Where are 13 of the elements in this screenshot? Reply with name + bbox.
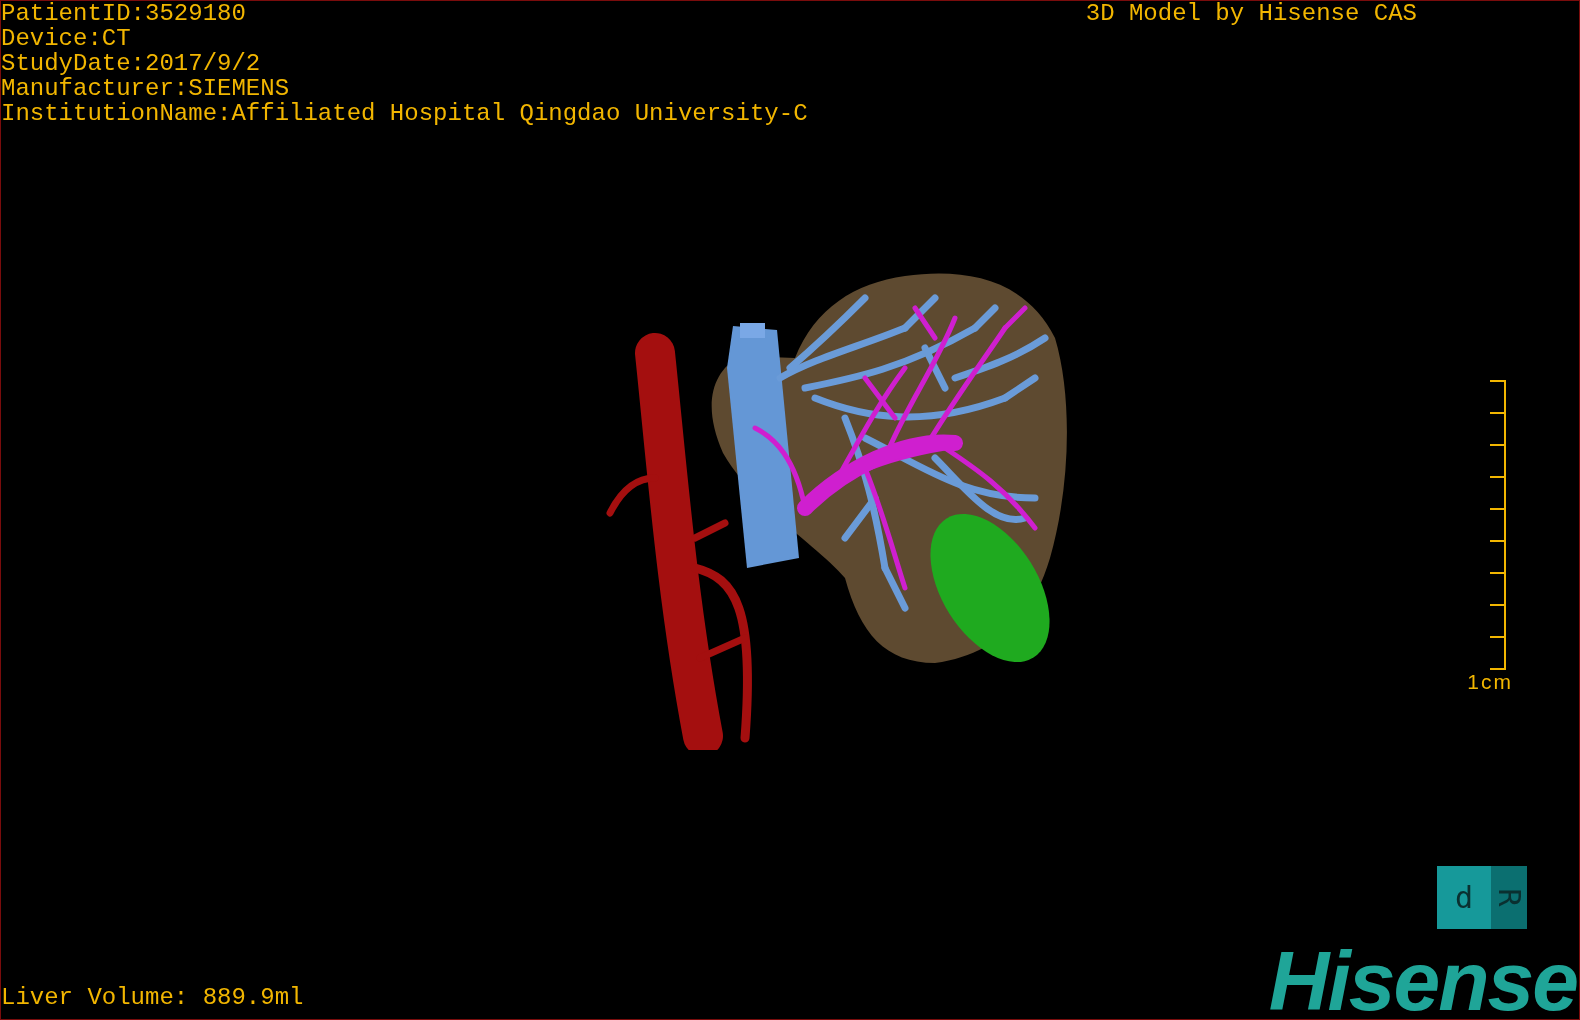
orientation-cube[interactable]: d R [1437,866,1527,929]
cube-face: d [1437,866,1491,929]
patient-info-text: PatientID:3529180 [1,1,247,26]
liver-volume-text: Liver Volume: 889.9ml [1,983,304,1013]
scale-label: 1cm [1467,671,1513,693]
brand-logo: Hisense [1268,943,1577,1019]
patient-info-text: InstitutionName:Affiliated Hospital Qingdao University-C [1,101,808,126]
model-title: 3D Model by Hisense CAS [1085,1,1417,26]
patient-info-text: StudyDate:2017/9/2 [1,51,262,76]
cube-face: R [1491,866,1527,929]
patient-info-text: Manufacturer:SIEMENS [1,76,291,101]
patient-info-text: Device:CT [1,26,132,51]
scale-ruler-icon [1489,379,1507,671]
